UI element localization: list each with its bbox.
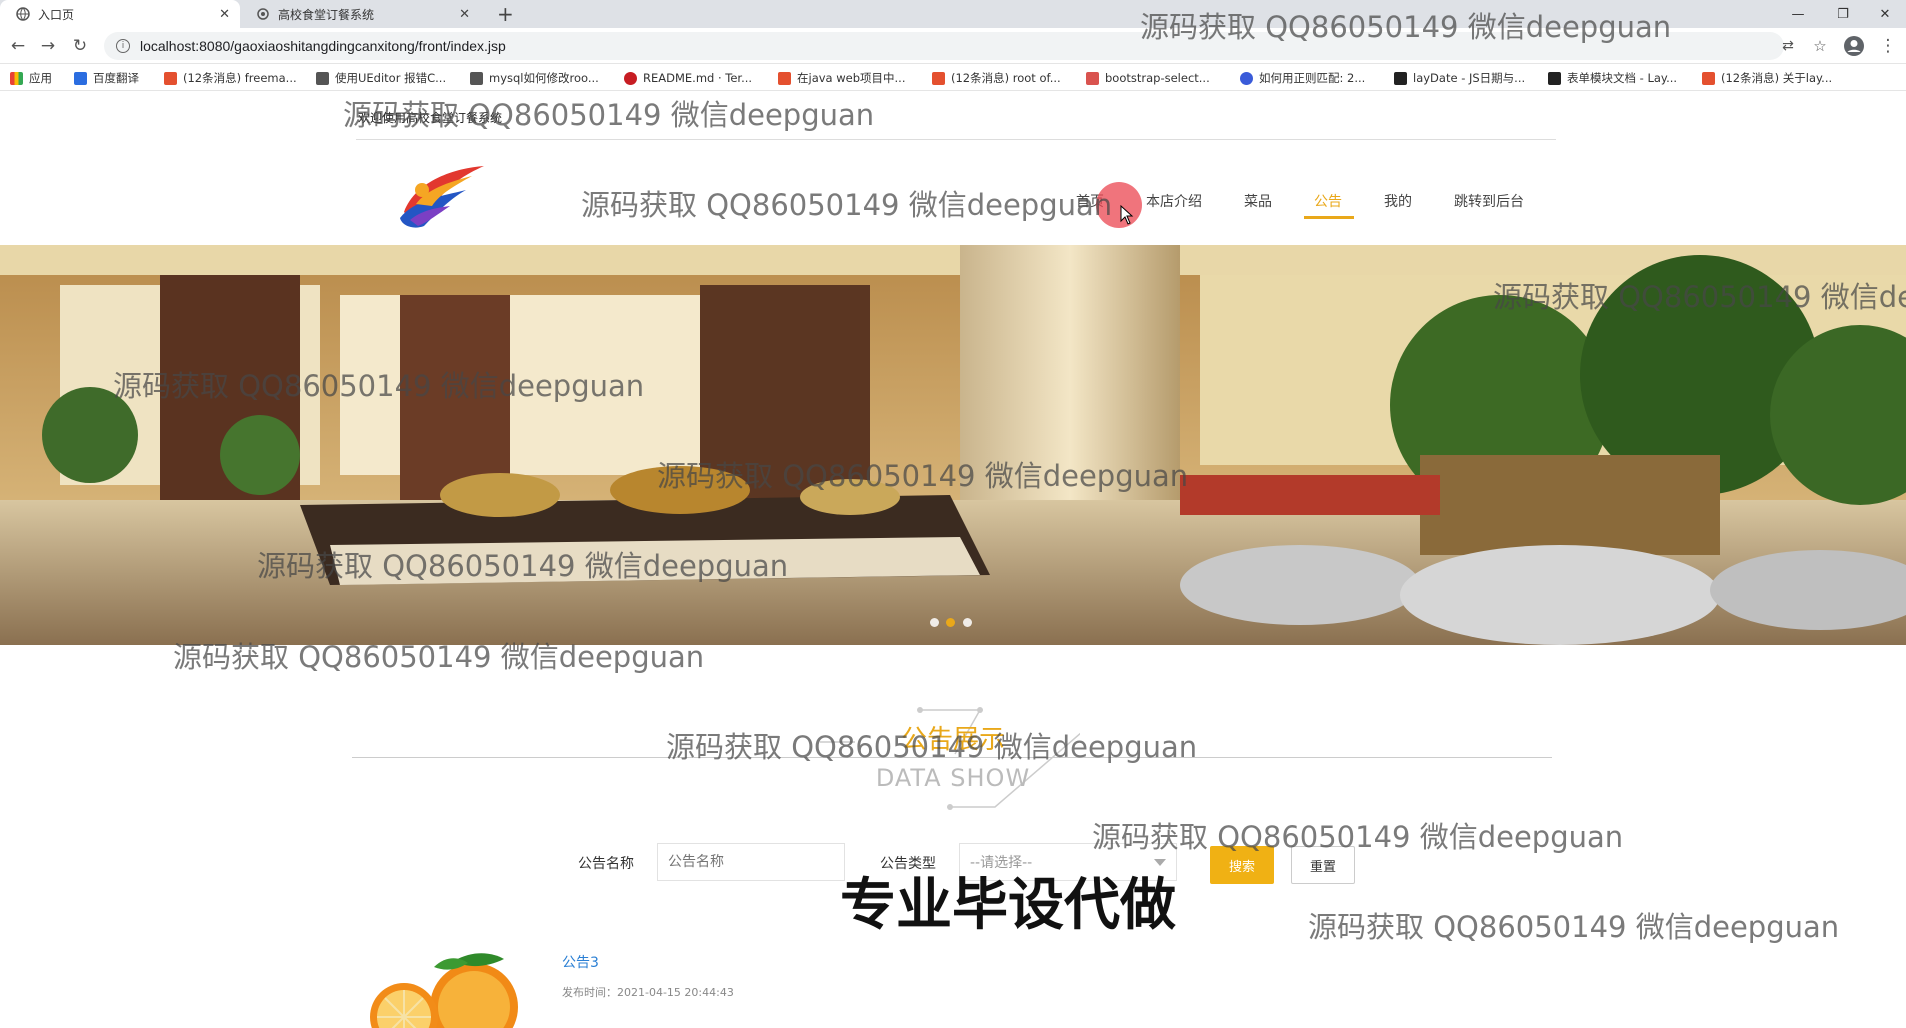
section-divider [352, 757, 1552, 758]
feather-icon [316, 71, 329, 85]
address-bar[interactable]: i localhost:8080/gaoxiaoshitangdingcanxi… [104, 32, 1784, 60]
nav-dishes[interactable]: 菜品 [1244, 191, 1272, 211]
nav-mine[interactable]: 我的 [1384, 191, 1412, 211]
bookmark-item[interactable]: 如何用正则匹配: 2... [1240, 69, 1365, 87]
nav-admin[interactable]: 跳转到后台 [1454, 191, 1524, 211]
search-button[interactable]: 搜索 [1210, 846, 1274, 884]
translate-icon [74, 71, 87, 85]
tab-title: 入口页 [38, 7, 75, 22]
restore-icon[interactable]: ❐ [1820, 0, 1866, 28]
close-window-icon[interactable]: ✕ [1862, 0, 1906, 28]
url-text: localhost:8080/gaoxiaoshitangdingcanxito… [140, 38, 506, 54]
welcome-text: 欢迎使用高校食堂订餐系统 [358, 111, 503, 125]
notice-thumbnail[interactable] [364, 947, 544, 1028]
gitee-icon [624, 71, 637, 85]
notice-date: 发布时间：2021-04-15 20:44:43 [562, 986, 734, 999]
reset-button[interactable]: 重置 [1291, 846, 1355, 884]
reload-icon[interactable]: ↻ [68, 34, 92, 58]
bookmark-item[interactable]: README.md · Ter... [624, 69, 752, 87]
browser-toolbar: ← → ↻ i localhost:8080/gaoxiaoshitangdin… [0, 28, 1906, 64]
notice-title-link[interactable]: 公告3 [562, 952, 599, 972]
feather-icon [470, 71, 483, 85]
csdn-icon [778, 71, 791, 85]
close-tab-icon[interactable]: ✕ [219, 7, 230, 22]
section-title: 公告展示 [900, 725, 1005, 755]
star-icon[interactable]: ☆ [1808, 34, 1832, 58]
bookmark-apps[interactable]: 应用 [10, 69, 52, 87]
csdn-icon [164, 71, 177, 85]
layui-icon [1548, 71, 1561, 85]
csdn-icon [932, 71, 945, 85]
carousel-dot-2[interactable] [946, 618, 955, 627]
info-icon[interactable]: i [116, 39, 130, 53]
settings-icon [257, 8, 269, 20]
bookmark-item[interactable]: 使用UEditor 报错C... [316, 69, 446, 87]
section-subtitle: DATA SHOW [875, 764, 1031, 792]
cursor-icon [1120, 205, 1134, 225]
bookmarks-bar: 应用 百度翻译 (12条消息) freema... 使用UEditor 报错C.… [0, 64, 1906, 91]
new-tab-button[interactable]: + [497, 2, 514, 26]
carousel-dot-1[interactable] [930, 618, 939, 627]
forward-icon[interactable]: → [36, 34, 60, 58]
bookmark-item[interactable]: mysql如何修改roo... [470, 69, 599, 87]
tab-entry[interactable]: 入口页 ✕ [0, 0, 240, 28]
apps-icon [10, 71, 23, 85]
tab-title: 高校食堂订餐系统 [278, 7, 375, 22]
globe-icon [16, 7, 30, 21]
bookmark-item[interactable]: 在java web项目中... [778, 69, 906, 87]
nav-about[interactable]: 本店介绍 [1146, 191, 1202, 211]
bookmark-item[interactable]: layDate - JS日期与... [1394, 69, 1525, 87]
header-divider [356, 139, 1556, 140]
banner-carousel[interactable] [0, 245, 1906, 645]
back-icon[interactable]: ← [6, 34, 30, 58]
notice-name-label: 公告名称 [578, 856, 634, 872]
minimize-icon[interactable]: — [1775, 0, 1821, 28]
notice-name-input[interactable] [657, 843, 845, 881]
bookmark-item[interactable]: (12条消息) 关于lay... [1702, 69, 1832, 87]
bookmark-item[interactable]: 百度翻译 [74, 69, 139, 87]
bookmark-item[interactable]: bootstrap-select... [1086, 69, 1210, 87]
nav-notices[interactable]: 公告 [1314, 191, 1342, 211]
menu-icon[interactable]: ⋮ [1876, 34, 1900, 58]
paw-icon [1240, 71, 1253, 85]
overlay-advert-text: 专业毕设代做 [840, 873, 1176, 938]
tab-canteen-system[interactable]: 高校食堂订餐系统 ✕ [240, 0, 480, 28]
csdn-icon [1702, 71, 1715, 85]
bootstrap-icon [1086, 71, 1099, 85]
site-logo[interactable] [396, 160, 488, 230]
carousel-dot-3[interactable] [963, 618, 972, 627]
nav-active-indicator [1304, 216, 1354, 219]
profile-icon[interactable] [1842, 34, 1866, 58]
bookmark-item[interactable]: (12条消息) freema... [164, 69, 297, 87]
layui-icon [1394, 71, 1407, 85]
bookmark-item[interactable]: (12条消息) root of... [932, 69, 1061, 87]
translate-icon[interactable]: ⇄ [1776, 34, 1800, 58]
browser-tab-strip: 入口页 ✕ 高校食堂订餐系统 ✕ + — ❐ ✕ [0, 0, 1906, 28]
close-tab-icon[interactable]: ✕ [459, 7, 470, 22]
cursor-highlight [1096, 182, 1142, 228]
bookmark-item[interactable]: 表单模块文档 - Lay... [1548, 69, 1677, 87]
